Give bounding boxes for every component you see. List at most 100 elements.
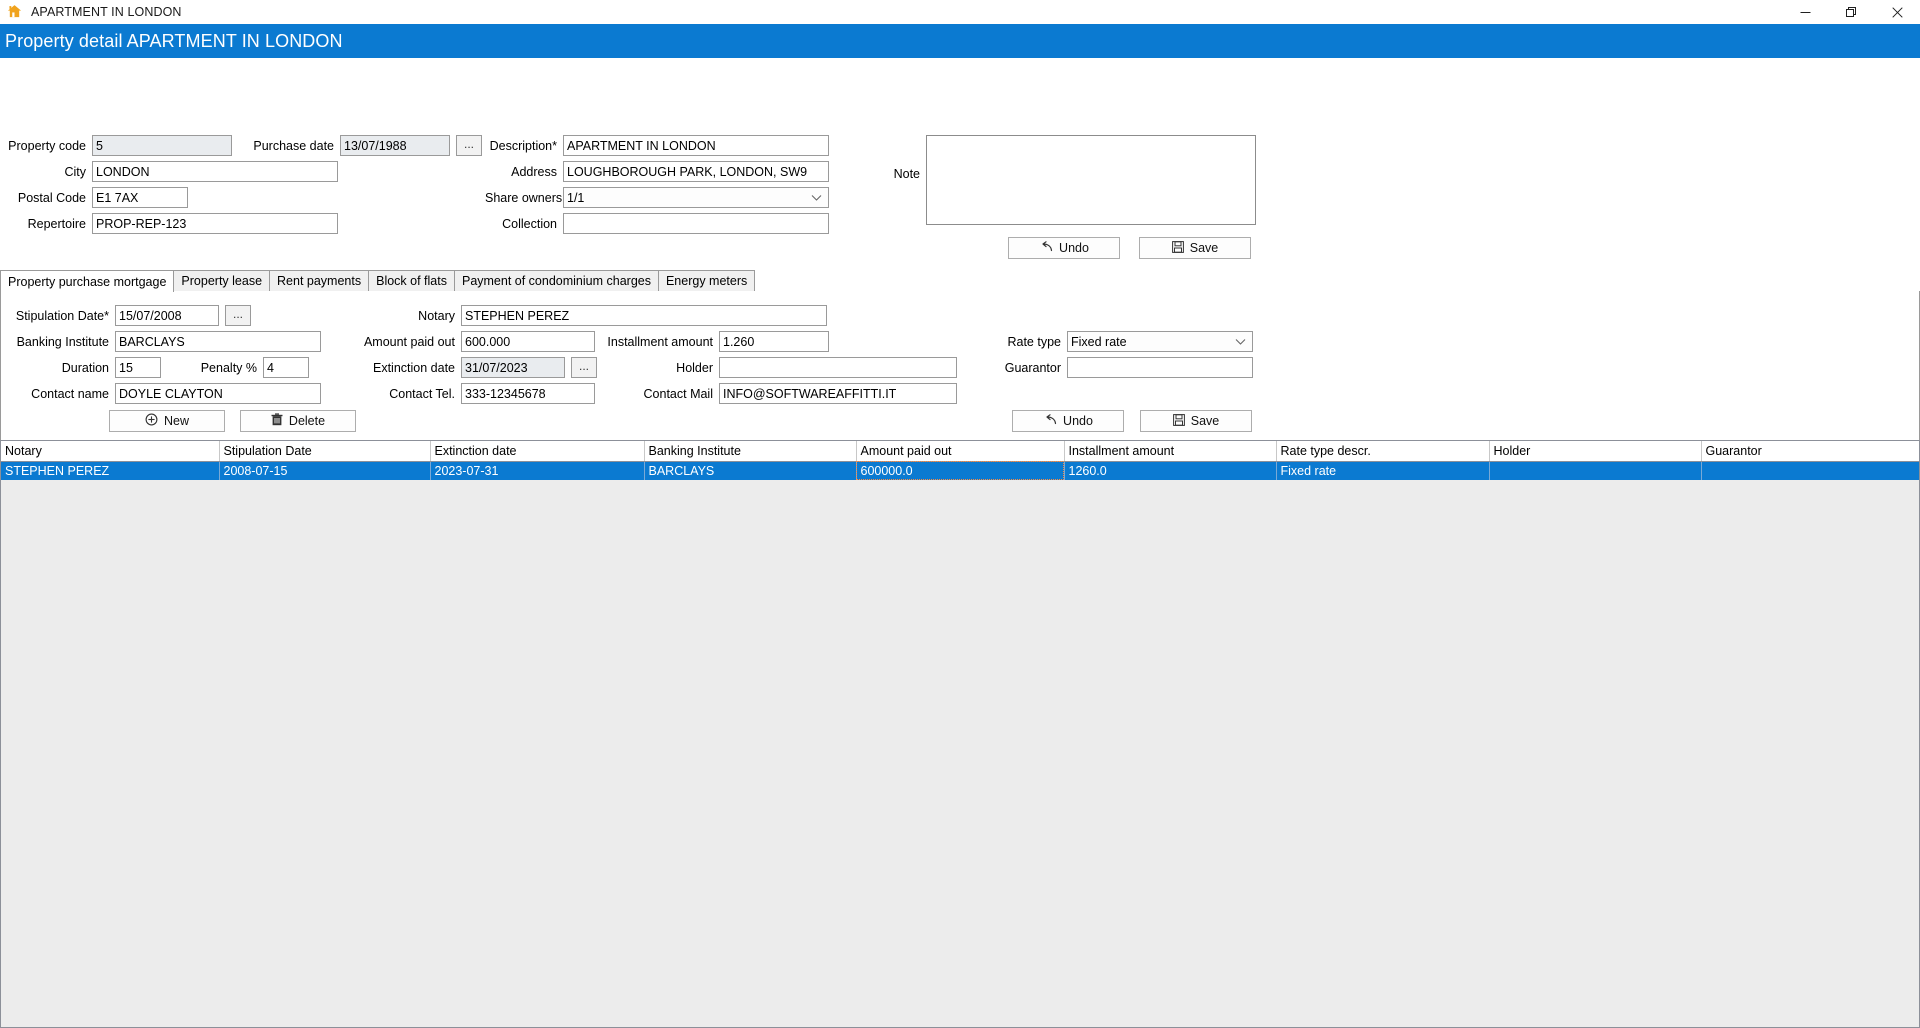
contact-name-input[interactable]: [115, 383, 321, 404]
tab-payment-of-condominium-charges[interactable]: Payment of condominium charges: [454, 270, 659, 291]
cell-holder[interactable]: [1489, 461, 1701, 480]
mortgage-data-grid[interactable]: Notary Stipulation Date Extinction date …: [0, 440, 1920, 1028]
table-row[interactable]: STEPHEN PEREZ 2008-07-15 2023-07-31 BARC…: [1, 461, 1919, 480]
extinction-date-row: Extinction date ...: [351, 357, 597, 378]
penalty-label: Penalty %: [191, 358, 257, 378]
notary-input[interactable]: [461, 305, 827, 326]
mortgage-undo-button[interactable]: Undo: [1012, 410, 1124, 432]
amount-paid-out-input[interactable]: [461, 331, 595, 352]
rate-type-row: Rate type Fixed rate: [1001, 331, 1253, 352]
tab-property-purchase-mortgage[interactable]: Property purchase mortgage: [0, 270, 174, 292]
installment-amount-input[interactable]: [719, 331, 829, 352]
close-button[interactable]: [1874, 0, 1920, 24]
grid-col-amount-paid-out[interactable]: Amount paid out: [856, 441, 1064, 461]
grid-col-guarantor[interactable]: Guarantor: [1701, 441, 1919, 461]
mortgage-save-label: Save: [1191, 414, 1220, 428]
tab-rent-payments[interactable]: Rent payments: [269, 270, 369, 291]
main-canvas: Property code Purchase date ... Descript…: [0, 58, 1920, 1028]
share-ownership-label: Share ownership: [485, 188, 557, 208]
property-undo-label: Undo: [1059, 241, 1089, 255]
contact-name-label: Contact name: [1, 384, 109, 404]
page-header: Property detail APARTMENT IN LONDON: [0, 24, 1920, 58]
address-label: Address: [485, 162, 557, 182]
guarantor-input[interactable]: [1067, 357, 1253, 378]
property-undo-button[interactable]: Undo: [1008, 237, 1120, 259]
banking-institute-row: Banking Institute: [1, 331, 321, 352]
chevron-down-icon: [811, 191, 822, 205]
contact-mail-row: Contact Mail: [601, 383, 957, 404]
cell-notary[interactable]: STEPHEN PEREZ: [1, 461, 219, 480]
address-input[interactable]: [563, 161, 829, 182]
extinction-date-input[interactable]: [461, 357, 565, 378]
maximize-restore-button[interactable]: [1828, 0, 1874, 24]
share-ownership-select[interactable]: 1/1: [563, 187, 829, 208]
plus-circle-icon: [145, 413, 158, 429]
grid-col-holder[interactable]: Holder: [1489, 441, 1701, 461]
tab-strip: Property purchase mortgage Property leas…: [0, 270, 1920, 292]
cell-guarantor[interactable]: [1701, 461, 1919, 480]
minimize-button[interactable]: [1782, 0, 1828, 24]
stipulation-date-input[interactable]: [115, 305, 219, 326]
cell-banking-institute[interactable]: BARCLAYS: [644, 461, 856, 480]
stipulation-date-row: Stipulation Date* ...: [1, 305, 251, 326]
penalty-input[interactable]: [263, 357, 309, 378]
note-label: Note: [860, 135, 920, 213]
tab-property-lease[interactable]: Property lease: [173, 270, 270, 291]
grid-col-installment-amount[interactable]: Installment amount: [1064, 441, 1276, 461]
mortgage-save-button[interactable]: Save: [1140, 410, 1252, 432]
stipulation-date-picker-button[interactable]: ...: [225, 305, 251, 326]
mortgage-delete-button[interactable]: Delete: [240, 410, 356, 432]
rate-type-select[interactable]: Fixed rate: [1067, 331, 1253, 352]
cell-amount-paid-out[interactable]: 600000.0: [856, 461, 1064, 480]
city-input[interactable]: [92, 161, 338, 182]
purchase-date-input[interactable]: [340, 135, 450, 156]
purchase-date-label: Purchase date: [244, 136, 334, 156]
purchase-date-row: Purchase date ...: [244, 135, 482, 156]
collection-row: Collection: [485, 213, 829, 234]
holder-input[interactable]: [719, 357, 957, 378]
cell-installment-amount[interactable]: 1260.0: [1064, 461, 1276, 480]
repertoire-input[interactable]: [92, 213, 338, 234]
undo-arrow-icon: [1043, 414, 1057, 429]
grid-col-stipulation-date[interactable]: Stipulation Date: [219, 441, 430, 461]
duration-row: Duration: [1, 357, 161, 378]
grid-col-extinction-date[interactable]: Extinction date: [430, 441, 644, 461]
extinction-date-picker-button[interactable]: ...: [571, 357, 597, 378]
description-label: Description*: [485, 136, 557, 156]
description-input[interactable]: [563, 135, 829, 156]
window-title: APARTMENT IN LONDON: [31, 5, 182, 19]
cell-rate-type-descr[interactable]: Fixed rate: [1276, 461, 1489, 480]
window-titlebar: APARTMENT IN LONDON: [0, 0, 1920, 24]
grid-col-rate-type-descr[interactable]: Rate type descr.: [1276, 441, 1489, 461]
duration-input[interactable]: [115, 357, 161, 378]
postal-code-row: Postal Code: [0, 187, 188, 208]
property-code-input[interactable]: [92, 135, 232, 156]
contact-tel-input[interactable]: [461, 383, 595, 404]
penalty-row: Penalty %: [191, 357, 309, 378]
grid-col-banking-institute[interactable]: Banking Institute: [644, 441, 856, 461]
grid-table: Notary Stipulation Date Extinction date …: [1, 441, 1920, 480]
repertoire-row: Repertoire: [0, 213, 338, 234]
purchase-date-picker-button[interactable]: ...: [456, 135, 482, 156]
postal-code-input[interactable]: [92, 187, 188, 208]
collection-input[interactable]: [563, 213, 829, 234]
cell-extinction-date[interactable]: 2023-07-31: [430, 461, 644, 480]
property-save-button[interactable]: Save: [1139, 237, 1251, 259]
contact-tel-row: Contact Tel.: [351, 383, 595, 404]
banking-institute-input[interactable]: [115, 331, 321, 352]
mortgage-tab-panel: Stipulation Date* ... Notary Banking Ins…: [0, 291, 1920, 440]
tab-energy-meters[interactable]: Energy meters: [658, 270, 755, 291]
note-textarea[interactable]: [926, 135, 1256, 225]
contact-tel-label: Contact Tel.: [351, 384, 455, 404]
share-ownership-value: 1/1: [567, 191, 584, 205]
mortgage-new-label: New: [164, 414, 189, 428]
tab-block-of-flats[interactable]: Block of flats: [368, 270, 455, 291]
mortgage-new-button[interactable]: New: [109, 410, 225, 432]
grid-col-notary[interactable]: Notary: [1, 441, 219, 461]
city-label: City: [0, 162, 86, 182]
cell-stipulation-date[interactable]: 2008-07-15: [219, 461, 430, 480]
contact-mail-input[interactable]: [719, 383, 957, 404]
grid-header-row: Notary Stipulation Date Extinction date …: [1, 441, 1919, 461]
extinction-date-label: Extinction date: [351, 358, 455, 378]
property-code-row: Property code: [0, 135, 232, 156]
